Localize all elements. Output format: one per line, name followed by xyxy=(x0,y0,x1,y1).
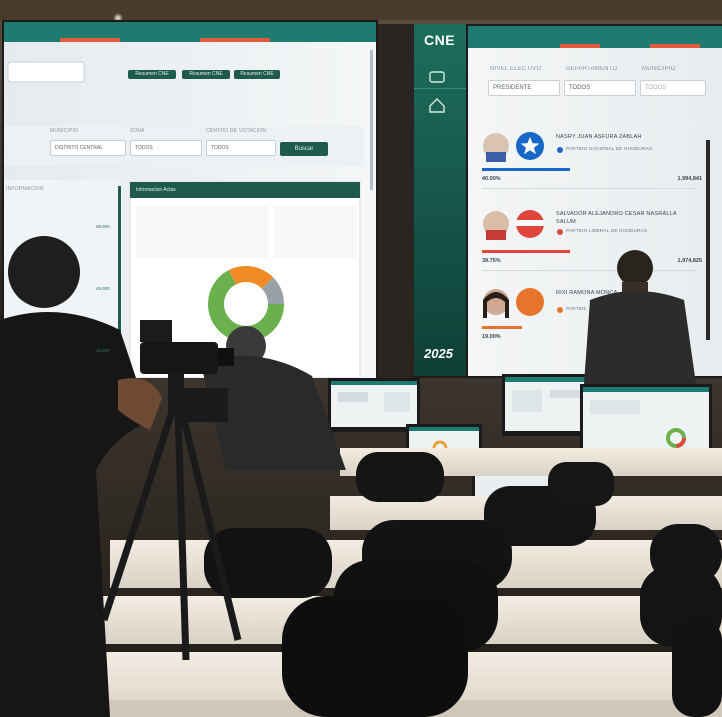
left-select-centro: TODOS xyxy=(206,140,276,156)
left-search-button: Buscar xyxy=(280,142,328,156)
chair xyxy=(548,462,614,506)
left-screen-button-1: Resumen CNE xyxy=(128,70,176,79)
left-info-panel-title: Informacion Actas xyxy=(130,182,360,198)
right-filter-label-municipio: MUNICIPIO xyxy=(642,66,676,72)
right-select-nivel: PRESIDENTE xyxy=(488,80,560,96)
candidate-1-party: PARTIDO NACIONAL DE HONDURAS xyxy=(566,147,653,152)
candidate-1-separator xyxy=(482,188,698,189)
center-column xyxy=(414,24,468,376)
left-screen-scrollbar xyxy=(370,50,373,190)
monitor xyxy=(328,378,420,432)
press-room-photo: Resumen CNE Resumen CNE Resumen CNE MUNI… xyxy=(0,0,722,717)
cne-logo-text: CNE xyxy=(424,32,456,48)
candidate-2-party: PARTIDO LIBERAL DE HONDURAS xyxy=(566,229,648,234)
right-screen-scrollbar xyxy=(706,140,710,340)
right-filter-label-nivel: NIVEL ELECTIVO xyxy=(490,66,542,72)
candidate-3-name: RIXI RAMONA MONCADA GODOY xyxy=(556,290,618,296)
right-topbar-accent xyxy=(560,44,600,48)
left-filter-label-zona: ZONA xyxy=(130,128,145,134)
candidate-1-name: NASRY JUAN ASFURA ZABLAH xyxy=(556,134,642,140)
candidate-1-percent: 40.00% xyxy=(482,176,501,182)
candidate-2-votes: 1,974,825 xyxy=(677,258,702,264)
candidate-3-party-dot xyxy=(557,307,563,313)
left-screen-button-3: Resumen CNE xyxy=(234,70,280,79)
candidate-2-progress xyxy=(482,250,570,253)
chair xyxy=(672,618,722,717)
right-select-departamento: TODOS xyxy=(564,80,636,96)
candidate-1-progress xyxy=(482,168,570,171)
candidate-2-name: SALVADOR ALEJANDRO CESAR NASRALLA SALUM xyxy=(556,211,677,225)
left-select-zona: TODOS xyxy=(130,140,202,156)
candidate-3-party: PARTIDO LIBRE xyxy=(566,307,586,312)
screen-gap xyxy=(378,24,414,380)
candidate-3-progress xyxy=(482,326,522,329)
left-side-panel-label: INFORMACION xyxy=(6,186,44,192)
candidate-1-party-dot xyxy=(557,147,563,153)
left-count-2: 48,900 xyxy=(96,286,110,291)
left-topbar-accent xyxy=(60,38,120,42)
candidate-2-party-logo-band xyxy=(516,220,544,226)
left-search-box xyxy=(7,61,85,83)
candidate-3-party-logo xyxy=(516,288,544,316)
left-filter-label-centro: CENTRO DE VOTACION xyxy=(206,128,267,134)
left-info-subpanel xyxy=(136,206,268,258)
candidate-2-photo-shirt xyxy=(486,230,506,240)
candidate-1-votes: 1,994,841 xyxy=(677,176,702,182)
chair xyxy=(356,452,444,502)
center-divider xyxy=(414,88,468,89)
candidate-3-percent: 19.00% xyxy=(482,334,501,340)
candidate-2-separator xyxy=(482,270,698,271)
candidate-1-photo-shirt xyxy=(486,152,506,162)
year-logo-text: 2025 xyxy=(424,346,453,361)
monitor xyxy=(580,384,712,456)
left-count-3: 15,000 xyxy=(96,348,110,353)
candidate-2-party-dot xyxy=(557,229,563,235)
left-screen-button-2: Resumen CNE xyxy=(182,70,230,79)
photo-scene xyxy=(0,0,722,717)
right-select-municipio: TODOS xyxy=(640,80,706,96)
left-count-1: 88,900 xyxy=(96,224,110,229)
candidate-3-votes xyxy=(662,334,702,342)
left-topbar-accent xyxy=(200,38,270,42)
left-screen-topbar xyxy=(4,22,376,42)
left-select-municipio: DISTRITO CENTRAL xyxy=(50,140,126,156)
right-filter-label-departamento: DEPARTAMENTO xyxy=(566,66,618,72)
chair xyxy=(282,596,468,717)
right-topbar-accent xyxy=(650,44,700,48)
left-info-subpanel xyxy=(274,206,356,258)
candidate-2-percent: 39.75% xyxy=(482,258,501,264)
left-filter-label-municipio: MUNICIPIO xyxy=(50,128,79,134)
